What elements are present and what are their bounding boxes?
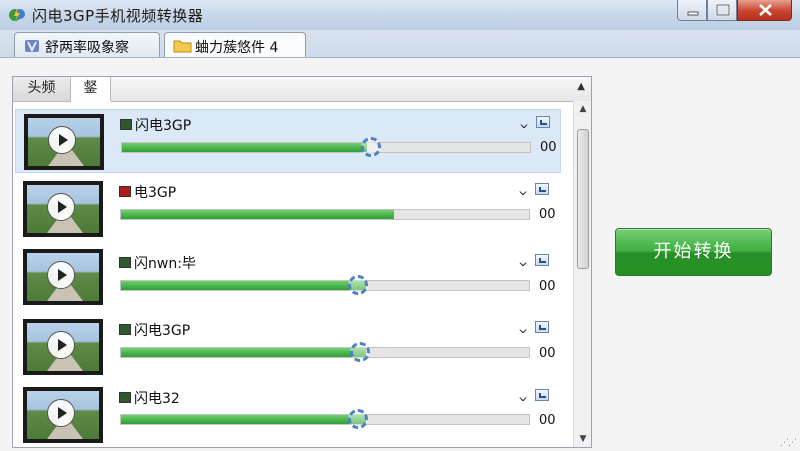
film-green-icon <box>119 257 131 268</box>
play-icon[interactable] <box>47 399 75 427</box>
app-logo-icon <box>9 9 25 21</box>
film-green-icon <box>120 119 132 130</box>
close-icon <box>759 4 772 16</box>
progress-label: 00 <box>540 140 557 155</box>
close-button[interactable] <box>737 0 792 21</box>
list-item[interactable]: 闪电32 ^ 00 <box>15 383 561 447</box>
maximize-button[interactable] <box>707 0 737 21</box>
start-convert-button[interactable]: 开始转换 <box>615 228 772 276</box>
tab-video[interactable]: 头频 <box>13 77 71 101</box>
scroll-down-icon[interactable]: ▼ <box>574 431 591 447</box>
file-name: 闪电3GP <box>134 323 191 339</box>
list-item[interactable]: 闪电3GP ^ 00 <box>15 315 561 379</box>
tab-label: 舒两率吸象察 <box>45 40 129 56</box>
scrollbar-thumb[interactable] <box>577 129 589 269</box>
loading-spinner-icon <box>348 275 368 295</box>
settings-small-button[interactable] <box>535 389 549 401</box>
progress-label: 00 <box>539 413 556 428</box>
scroll-up-icon[interactable]: ▲ <box>574 101 591 117</box>
list-item[interactable]: 闪nwn:毕 ^ 00 <box>15 245 561 309</box>
progress-bar <box>120 347 530 358</box>
main-panel: 头频 錖 ▲ 闪电3GP ^ 00 电3GP ^ 00 闪nwn:毕 ^ 00 … <box>0 57 800 451</box>
film-green-icon <box>119 324 131 335</box>
video-thumbnail <box>23 181 103 237</box>
settings-small-button[interactable] <box>536 116 550 128</box>
file-name: 闪电3GP <box>135 118 192 134</box>
play-icon[interactable] <box>48 126 76 154</box>
video-thumbnail <box>23 249 103 305</box>
minimize-button[interactable] <box>677 0 707 21</box>
play-icon[interactable] <box>47 261 75 289</box>
collapse-arrow-icon[interactable]: ▲ <box>577 81 585 92</box>
minimize-icon <box>687 11 699 16</box>
caret-icon: ^ <box>518 254 529 268</box>
file-name: 闪nwn:毕 <box>134 256 196 272</box>
file-name: 闪电32 <box>134 391 180 407</box>
vertical-scrollbar[interactable]: ▲ ▼ <box>573 101 591 447</box>
caret-icon: ^ <box>518 183 529 197</box>
settings-small-button[interactable] <box>535 183 549 195</box>
title-bar: 闪电3GP手机视频转换器 <box>0 0 800 30</box>
progress-label: 00 <box>539 279 556 294</box>
film-red-icon <box>119 186 131 197</box>
folder-icon <box>173 40 192 53</box>
loading-spinner-icon <box>348 409 368 429</box>
file-list-panel: 头频 錖 ▲ 闪电3GP ^ 00 电3GP ^ 00 闪nwn:毕 ^ 00 … <box>12 76 592 448</box>
convert-tab-icon <box>25 40 39 53</box>
caret-icon: ^ <box>519 116 530 130</box>
list-item[interactable]: 闪电3GP ^ 00 <box>15 109 561 173</box>
list-item[interactable]: 电3GP ^ 00 <box>15 177 561 241</box>
video-thumbnail <box>23 387 103 443</box>
film-green-icon <box>119 392 131 403</box>
play-icon[interactable] <box>47 193 75 221</box>
video-thumbnail <box>23 319 103 375</box>
settings-small-button[interactable] <box>535 254 549 266</box>
loading-spinner-icon <box>350 342 370 362</box>
progress-bar <box>120 280 530 291</box>
tab-label: 蛐力蔟悠件 4 <box>195 40 279 56</box>
progress-bar <box>120 209 530 220</box>
progress-label: 00 <box>539 346 556 361</box>
progress-label: 00 <box>539 207 556 222</box>
tab-audio[interactable]: 錖 <box>71 77 111 102</box>
inner-tab-strip: 头频 錖 ▲ <box>13 77 591 102</box>
maximize-icon <box>715 3 731 17</box>
file-name: 电3GP <box>134 185 177 201</box>
loading-spinner-icon <box>361 137 381 157</box>
main-tab-strip: 舒两率吸象察 蛐力蔟悠件 4 <box>0 30 800 59</box>
settings-small-button[interactable] <box>535 321 549 333</box>
tab-convert[interactable]: 舒两率吸象察 <box>14 32 160 58</box>
progress-bar <box>121 142 531 153</box>
window-title: 闪电3GP手机视频转换器 <box>32 7 204 25</box>
video-thumbnail <box>24 114 104 170</box>
play-icon[interactable] <box>47 331 75 359</box>
progress-bar <box>120 414 530 425</box>
resize-grip-icon[interactable]: ⋰⋰ <box>780 438 797 448</box>
tab-files[interactable]: 蛐力蔟悠件 4 <box>164 32 306 59</box>
caret-icon: ^ <box>518 389 529 403</box>
caret-icon: ^ <box>518 321 529 335</box>
